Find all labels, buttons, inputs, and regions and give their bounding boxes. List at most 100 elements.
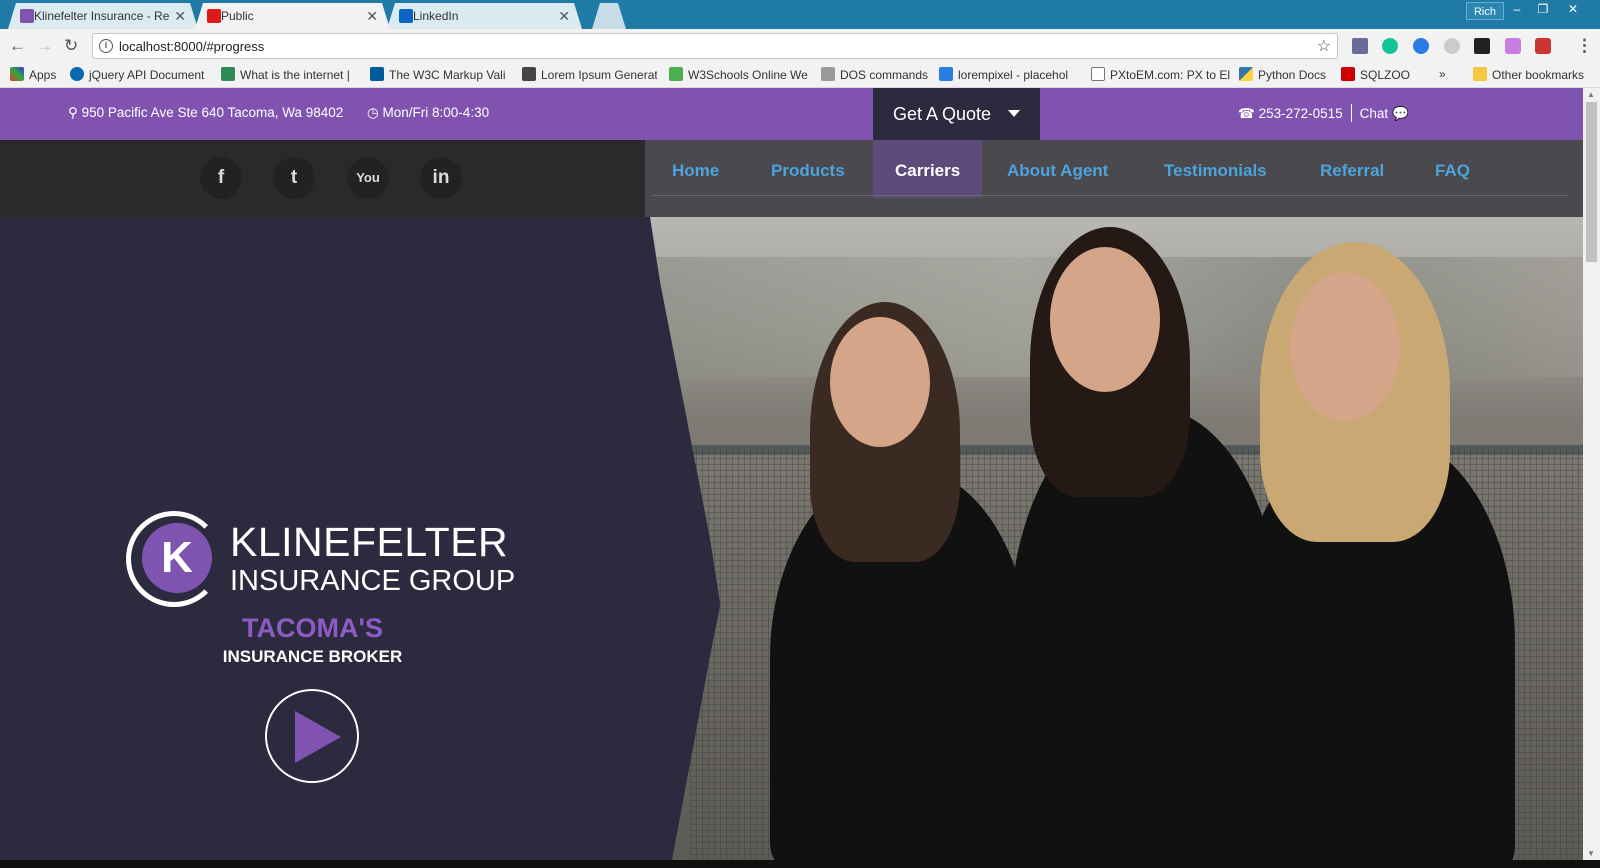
divider bbox=[1350, 104, 1352, 122]
forward-icon[interactable]: → bbox=[36, 36, 53, 56]
caret-down-icon bbox=[1008, 110, 1020, 117]
document-icon bbox=[1091, 67, 1105, 81]
nav-about-agent[interactable]: About Agent bbox=[1007, 140, 1108, 198]
bookmark-apps[interactable]: Apps bbox=[10, 67, 56, 82]
close-window-icon[interactable]: ✕ bbox=[1560, 0, 1586, 18]
web-page: ⚲ 950 Pacific Ave Ste 640 Tacoma, Wa 984… bbox=[0, 88, 1583, 860]
bookmark-jquery[interactable]: jQuery API Document bbox=[70, 67, 210, 82]
social-bar: f t You in bbox=[0, 140, 660, 217]
play-video-button[interactable] bbox=[265, 689, 359, 783]
map-pin-icon: ⚲ bbox=[68, 105, 82, 120]
close-icon[interactable]: ✕ bbox=[366, 3, 378, 29]
nav-referral[interactable]: Referral bbox=[1320, 140, 1384, 198]
tab-title: Public bbox=[221, 9, 254, 23]
youtube-icon[interactable]: You bbox=[347, 157, 389, 199]
user-profile-button[interactable]: Rich bbox=[1465, 2, 1504, 20]
extension-eyedropper-icon[interactable] bbox=[1352, 38, 1368, 54]
scroll-down-icon[interactable]: ▼ bbox=[1587, 849, 1595, 858]
facebook-icon[interactable]: f bbox=[200, 157, 242, 199]
nav-products[interactable]: Products bbox=[771, 140, 845, 198]
bookmarks-bar: Apps jQuery API Document What is the int… bbox=[0, 63, 1600, 88]
nav-faq[interactable]: FAQ bbox=[1435, 140, 1470, 198]
nav-home[interactable]: Home bbox=[672, 140, 719, 198]
sqlzoo-icon bbox=[1341, 67, 1355, 81]
k-logo-icon bbox=[20, 9, 34, 23]
chat-bubble-icon: 💬 bbox=[1388, 106, 1409, 121]
tab-title: Klinefelter Insurance - Re bbox=[34, 9, 170, 23]
chat-link[interactable]: Chat bbox=[1360, 106, 1389, 121]
wikipedia-icon bbox=[821, 67, 835, 81]
hero-photo bbox=[650, 217, 1583, 860]
new-tab-button[interactable] bbox=[592, 3, 626, 29]
bookmark-star-icon[interactable]: ☆ bbox=[1317, 36, 1331, 56]
extension-p-icon[interactable] bbox=[1413, 38, 1429, 54]
hours-info: ◷ Mon/Fri 8:00-4:30 bbox=[367, 105, 490, 120]
bookmark-w3schools[interactable]: W3Schools Online We bbox=[669, 67, 810, 82]
bookmark-sqlzoo[interactable]: SQLZOO bbox=[1341, 67, 1419, 82]
scroll-up-icon[interactable]: ▲ bbox=[1587, 90, 1595, 99]
extension-cursor-icon[interactable] bbox=[1474, 38, 1490, 54]
bookmark-python[interactable]: Python Docs bbox=[1239, 67, 1339, 82]
get-a-quote-button[interactable]: Get A Quote bbox=[873, 88, 1040, 140]
address-info: ⚲ 950 Pacific Ave Ste 640 Tacoma, Wa 984… bbox=[68, 105, 344, 120]
clock-icon: ◷ bbox=[367, 105, 383, 120]
linkedin-icon[interactable]: in bbox=[420, 157, 462, 199]
browser-tab-strip: Klinefelter Insurance - Re ✕ Public ✕ Li… bbox=[0, 0, 1600, 29]
tab-linkedin[interactable]: LinkedIn ✕ bbox=[387, 3, 582, 29]
nav-carriers[interactable]: Carriers bbox=[873, 140, 983, 198]
w3c-icon bbox=[370, 67, 384, 81]
jquery-icon bbox=[70, 67, 84, 81]
browser-toolbar: ← → ↻ i localhost:8000/#progress ☆ ⋮ bbox=[0, 29, 1600, 63]
tab-klinefelter[interactable]: Klinefelter Insurance - Re ✕ bbox=[8, 3, 198, 29]
menu-kebab-icon[interactable]: ⋮ bbox=[1576, 36, 1593, 56]
bookmark-w3c[interactable]: The W3C Markup Vali bbox=[370, 67, 508, 82]
contact-top-bar: ⚲ 950 Pacific Ave Ste 640 Tacoma, Wa 984… bbox=[0, 88, 1583, 140]
address-bar[interactable]: i localhost:8000/#progress ☆ bbox=[92, 33, 1338, 59]
os-taskbar bbox=[0, 860, 1600, 868]
restore-icon[interactable]: ❐ bbox=[1530, 0, 1556, 18]
info-icon[interactable]: i bbox=[99, 39, 113, 53]
minimize-icon[interactable]: – bbox=[1504, 0, 1530, 18]
hero-left-panel: K KLINEFELTER INSURANCE GROUP TACOMA'S I… bbox=[0, 217, 720, 860]
main-navigation: Home Products Carriers About Agent Testi… bbox=[645, 140, 1583, 217]
company-logo: K KLINEFELTER INSURANCE GROUP bbox=[126, 511, 515, 611]
logo-line-1: KLINEFELTER bbox=[230, 519, 509, 565]
close-icon[interactable]: ✕ bbox=[174, 3, 186, 29]
lorempixel-icon bbox=[939, 67, 953, 81]
bookmark-lorempixel[interactable]: lorempixel - placehol bbox=[939, 67, 1079, 82]
close-icon[interactable]: ✕ bbox=[558, 3, 570, 29]
lorem-icon bbox=[522, 67, 536, 81]
face-right bbox=[1290, 272, 1400, 422]
logo-k: K bbox=[142, 523, 212, 593]
hero-tagline-2: INSURANCE BROKER bbox=[222, 647, 403, 666]
scrollbar-thumb[interactable] bbox=[1586, 102, 1597, 262]
tab-title: LinkedIn bbox=[413, 9, 459, 23]
bookmark-other[interactable]: Other bookmarks bbox=[1473, 67, 1584, 82]
face-center bbox=[1050, 247, 1160, 392]
nav-testimonials[interactable]: Testimonials bbox=[1164, 140, 1267, 198]
extension-red-icon[interactable] bbox=[1535, 38, 1551, 54]
python-icon bbox=[1239, 67, 1253, 81]
twitter-icon[interactable]: t bbox=[273, 157, 315, 199]
bookmark-dos[interactable]: DOS commands bbox=[821, 67, 929, 82]
page-icon bbox=[221, 67, 235, 81]
contact-links: ☎ 253-272-0515 Chat 💬 bbox=[1238, 104, 1409, 122]
reload-icon[interactable]: ↻ bbox=[64, 36, 78, 56]
grammarly-icon[interactable] bbox=[1382, 38, 1398, 54]
bookmark-internet[interactable]: What is the internet | bbox=[221, 67, 356, 82]
extension-brush-icon[interactable] bbox=[1505, 38, 1521, 54]
bookmark-pxtoem[interactable]: PXtoEM.com: PX to El bbox=[1091, 67, 1231, 82]
tab-public[interactable]: Public ✕ bbox=[195, 3, 390, 29]
phone-icon: ☎ bbox=[1238, 106, 1259, 121]
url-text: localhost:8000/#progress bbox=[119, 39, 265, 54]
angular-icon bbox=[207, 9, 221, 23]
extension-circle-icon[interactable] bbox=[1444, 38, 1460, 54]
folder-icon bbox=[1473, 67, 1487, 81]
page-scrollbar[interactable]: ▲ ▼ bbox=[1583, 88, 1600, 860]
bookmarks-overflow-button[interactable]: » bbox=[1439, 67, 1446, 81]
back-icon[interactable]: ← bbox=[9, 36, 26, 56]
logo-line-2: INSURANCE GROUP bbox=[230, 565, 516, 597]
phone-link[interactable]: 253-272-0515 bbox=[1259, 106, 1343, 121]
w3schools-icon bbox=[669, 67, 683, 81]
bookmark-lorem[interactable]: Lorem Ipsum Generat bbox=[522, 67, 657, 82]
